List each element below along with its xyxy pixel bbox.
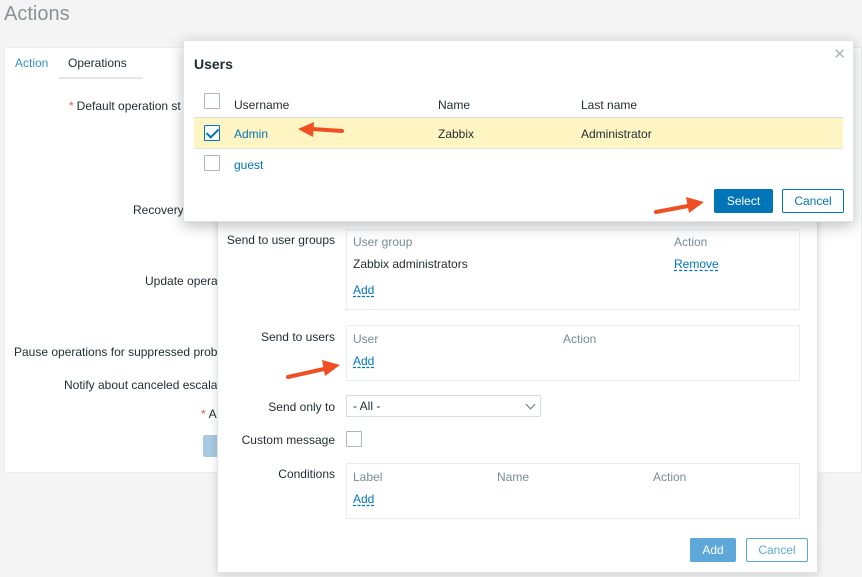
name-column-header[interactable]: Name <box>438 98 470 112</box>
conditions-action-column-header: Action <box>653 470 687 484</box>
users-table: User Action Add <box>346 325 800 381</box>
send-to-user-groups-label: Send to user groups <box>226 233 335 247</box>
users-action-column-header: Action <box>563 332 597 346</box>
custom-message-label: Custom message <box>241 433 335 447</box>
required-field-label: * A <box>201 407 217 421</box>
label-column-header: Label <box>353 470 383 484</box>
update-operations-label: Update opera <box>145 274 218 288</box>
send-to-users-label: Send to users <box>260 330 335 344</box>
row-checkbox-admin[interactable] <box>204 125 220 141</box>
cancel-button[interactable]: Cancel <box>782 189 844 213</box>
send-only-to-value: - All - <box>353 399 381 413</box>
tab-operations[interactable]: Operations <box>68 56 127 70</box>
user-groups-table: User group Action Zabbix administrators … <box>346 229 800 310</box>
conditions-table: Label Name Action Add <box>346 463 800 519</box>
close-icon[interactable]: ✕ <box>833 45 846 63</box>
user-group-name: Zabbix administrators <box>353 257 468 271</box>
last-name-column-header[interactable]: Last name <box>581 98 637 112</box>
row-checkbox-guest[interactable] <box>204 155 220 171</box>
username-link[interactable]: Admin <box>234 127 268 141</box>
tab-operations-indicator <box>59 77 143 79</box>
add-user-group-link[interactable]: Add <box>353 283 374 297</box>
page-title: Actions <box>4 3 70 25</box>
username-link[interactable]: guest <box>234 158 263 172</box>
chevron-down-icon <box>525 399 536 410</box>
arrow-annotation-icon <box>286 360 340 379</box>
select-all-checkbox[interactable] <box>204 93 220 109</box>
pause-suppressed-label: Pause operations for suppressed prob <box>14 345 218 359</box>
arrow-annotation-icon <box>654 197 704 214</box>
send-only-to-select[interactable]: - All - <box>346 395 541 417</box>
add-condition-link[interactable]: Add <box>353 492 374 506</box>
arrow-annotation-icon <box>298 122 344 137</box>
conditions-label: Conditions <box>278 467 335 481</box>
users-popup-dialog: Users ✕ Username Name Last name Admin Za… <box>183 40 854 222</box>
users-table-header: Username Name Last name <box>194 88 843 118</box>
table-row[interactable]: guest <box>194 149 843 180</box>
default-operation-step-label: * Default operation st <box>69 99 181 113</box>
send-only-to-label: Send only to <box>268 400 335 414</box>
user-column-header: User <box>353 332 379 346</box>
user-last-name-cell: Administrator <box>581 127 652 141</box>
custom-message-checkbox[interactable] <box>346 431 362 447</box>
add-user-link[interactable]: Add <box>353 354 374 368</box>
tab-action[interactable]: Action <box>15 56 48 70</box>
users-dialog-title: Users <box>194 56 233 72</box>
username-column-header[interactable]: Username <box>234 98 289 112</box>
name-column-header: Name <box>497 470 530 484</box>
cancel-operation-button[interactable]: Cancel <box>746 538 808 562</box>
table-row[interactable]: Admin Zabbix Administrator <box>194 118 843 149</box>
add-operation-button[interactable]: Add <box>690 538 736 562</box>
user-group-column-header: User group <box>353 235 413 249</box>
user-name-cell: Zabbix <box>438 127 475 141</box>
action-column-header: Action <box>674 235 708 249</box>
select-button[interactable]: Select <box>714 189 773 213</box>
recovery-operations-label: Recovery <box>133 203 184 217</box>
notify-canceled-label: Notify about canceled escala <box>64 378 218 392</box>
remove-user-group-link[interactable]: Remove <box>674 257 719 271</box>
